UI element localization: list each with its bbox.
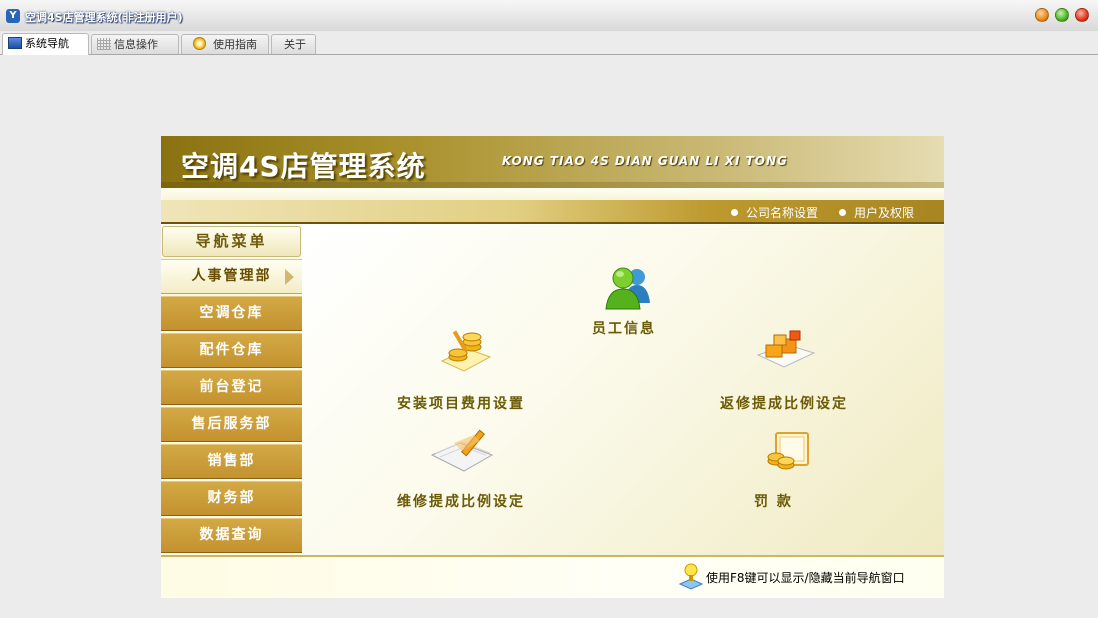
- footer-bar: 使用F8键可以显示/隐藏当前导航窗口: [161, 555, 944, 598]
- minimize-button[interactable]: [1035, 8, 1049, 22]
- sidebar-item-hr[interactable]: 人事管理部: [161, 259, 302, 294]
- tab-about[interactable]: 关于: [271, 34, 316, 54]
- bullet-icon: [731, 209, 738, 216]
- sidebar-item-front-desk[interactable]: 前台登记: [161, 370, 302, 405]
- feature-area: 员工信息 安装项目费用设置 返修提成比例设定 维修提成比例设定 罚 款: [302, 225, 944, 555]
- sidebar-item-after-sales[interactable]: 售后服务部: [161, 407, 302, 442]
- grid-icon: [97, 38, 111, 50]
- feature-employee-info[interactable]: 员工信息: [592, 318, 656, 338]
- footer-hint: 使用F8键可以显示/隐藏当前导航窗口: [706, 571, 905, 585]
- sidebar-header: 导航菜单: [162, 226, 301, 257]
- notepad-pencil-icon[interactable]: [430, 429, 496, 475]
- sidebar: 导航菜单 人事管理部 空调仓库 配件仓库 前台登记 售后服务部 销售部 财务部 …: [161, 225, 302, 555]
- banner-title: 空调4S店管理系统: [181, 150, 426, 183]
- monitor-icon: [8, 37, 22, 49]
- banner: 空调4S店管理系统 KONG TIAO 4S DIAN GUAN LI XI T…: [161, 136, 944, 188]
- sidebar-item-parts-warehouse[interactable]: 配件仓库: [161, 333, 302, 368]
- feature-install-fee-settings[interactable]: 安装项目费用设置: [397, 393, 525, 413]
- tab-system-navigation[interactable]: 系统导航: [2, 33, 89, 55]
- navigation-panel: 空调4S店管理系统 KONG TIAO 4S DIAN GUAN LI XI T…: [161, 136, 944, 598]
- sidebar-item-ac-warehouse[interactable]: 空调仓库: [161, 296, 302, 331]
- window-title: 空调4S店管理系统(非注册用户): [25, 11, 183, 24]
- sidebar-item-data-query[interactable]: 数据查询: [161, 518, 302, 553]
- maximize-button[interactable]: [1055, 8, 1069, 22]
- feature-repair-commission-ratio[interactable]: 维修提成比例设定: [397, 491, 525, 511]
- boxes-icon[interactable]: [754, 325, 818, 371]
- tab-user-guide[interactable]: 使用指南: [181, 34, 269, 54]
- company-name-settings-link[interactable]: 公司名称设置: [731, 204, 818, 221]
- sidebar-item-sales[interactable]: 销售部: [161, 444, 302, 479]
- title-bar: Y 空调4S店管理系统(非注册用户): [0, 0, 1098, 32]
- users-and-permissions-link[interactable]: 用户及权限: [839, 204, 914, 221]
- feature-rework-commission-ratio[interactable]: 返修提成比例设定: [720, 393, 848, 413]
- coins-pen-icon[interactable]: [438, 327, 494, 373]
- bullet-icon: [839, 209, 846, 216]
- disc-icon: [193, 37, 206, 50]
- sidebar-item-finance[interactable]: 财务部: [161, 481, 302, 516]
- lightbulb-icon: [678, 562, 704, 590]
- feature-fine[interactable]: 罚 款: [754, 491, 793, 511]
- top-link-bar: [161, 200, 944, 224]
- close-button[interactable]: [1075, 8, 1089, 22]
- chevron-right-icon: [285, 269, 294, 285]
- coins-frame-icon[interactable]: [762, 431, 814, 475]
- users-icon[interactable]: [602, 263, 654, 313]
- banner-subtitle: KONG TIAO 4S DIAN GUAN LI XI TONG: [502, 154, 788, 168]
- tab-bar: 系统导航 信息操作 使用指南 关于: [0, 31, 1098, 55]
- tab-info-operation[interactable]: 信息操作: [91, 34, 179, 54]
- app-logo-icon: Y: [6, 9, 20, 23]
